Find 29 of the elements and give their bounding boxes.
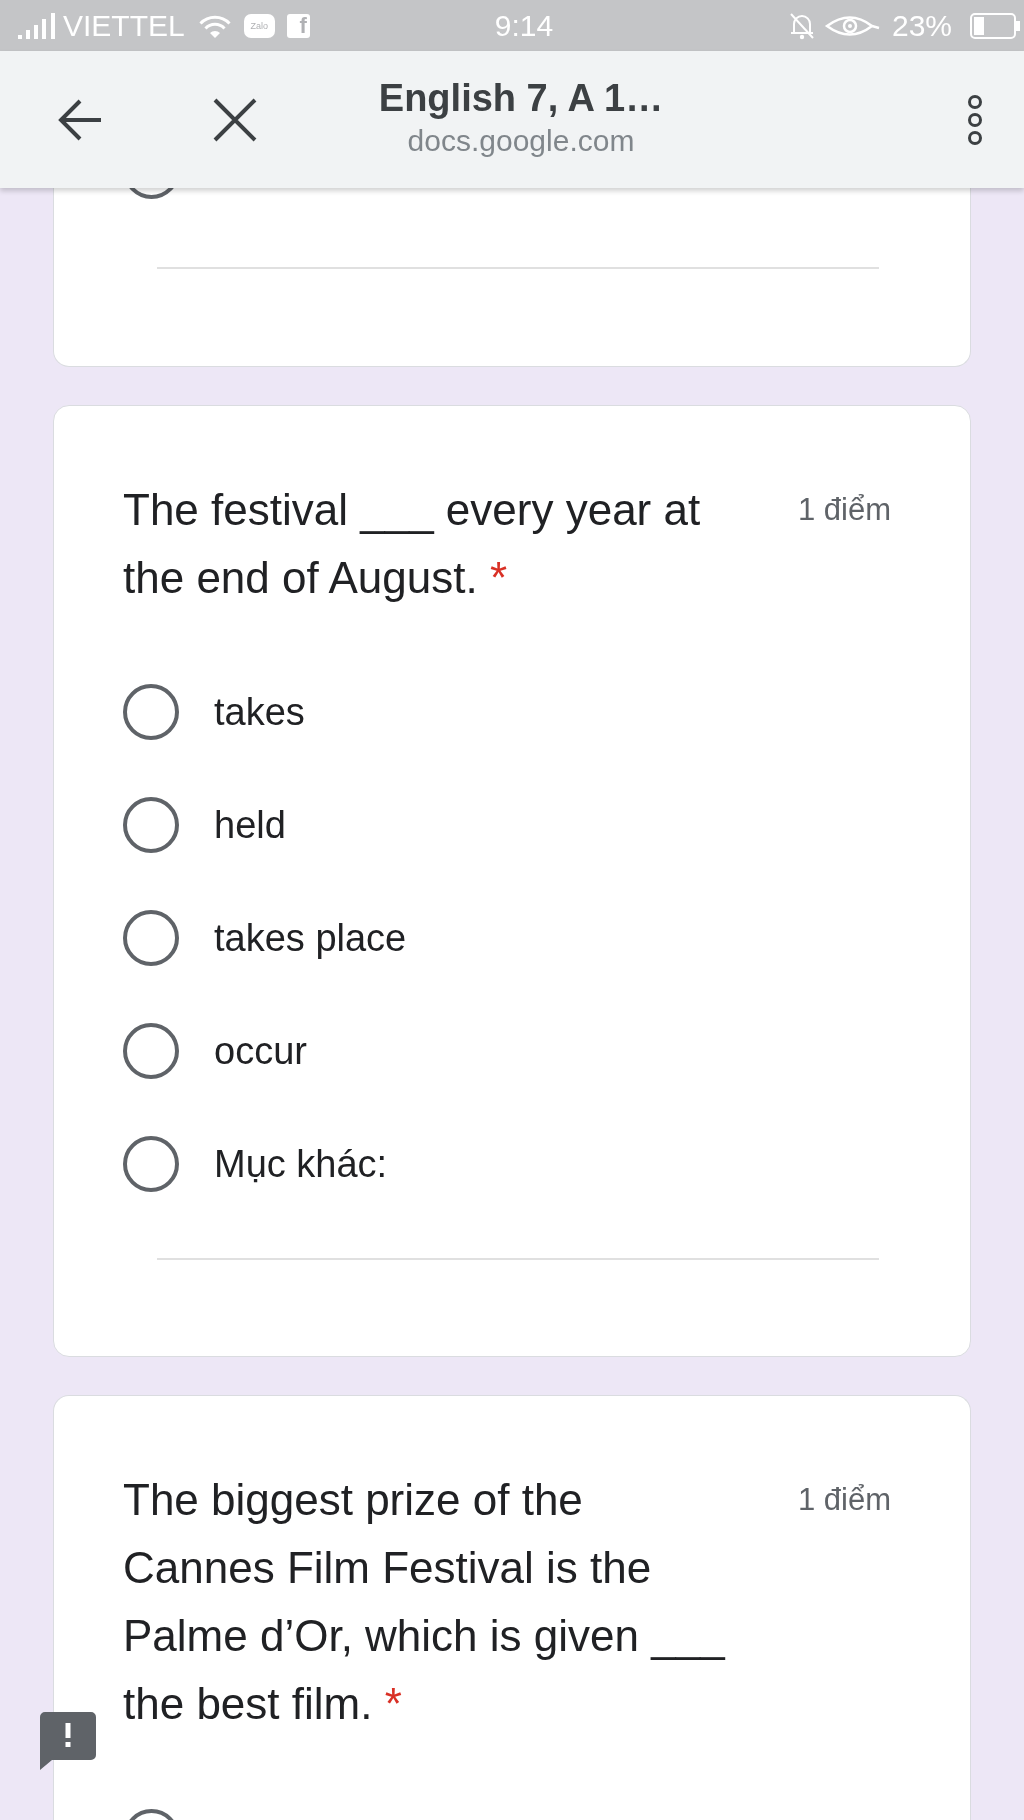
clock-time: 9:14 [493, 8, 554, 43]
feedback-button[interactable] [40, 1712, 96, 1770]
battery-percentage: 23% [891, 8, 952, 43]
radio-button[interactable] [123, 1135, 179, 1192]
app-logo: Zalo [243, 13, 275, 38]
page-title: English 7, A 1… [378, 75, 664, 121]
points-label: 1 điểm [798, 1481, 892, 1519]
page-url: docs.google.com [407, 122, 635, 159]
close-icon [213, 97, 257, 142]
carrier-name: VIETTEL [63, 8, 185, 43]
radio-button[interactable] [129, 1809, 174, 1820]
points-label: 1 điểm [798, 491, 892, 529]
signal-icon [18, 12, 56, 39]
radio-button[interactable] [123, 909, 179, 966]
question-text: The festival ___ every year at the end of August. * [123, 484, 702, 604]
radio-button[interactable] [129, 188, 174, 199]
back-arrow-icon [57, 97, 103, 142]
radio-button[interactable] [123, 683, 179, 740]
battery-icon [970, 12, 1020, 39]
radio-button[interactable] [123, 1022, 179, 1079]
option-label[interactable]: takes place [214, 913, 407, 962]
option-label[interactable]: held [214, 800, 286, 849]
radio-button[interactable] [123, 796, 179, 853]
question-text: The biggest prize of the Cannes Film Festival is the Palme d’Or, which is given ___ the best film. * [123, 1474, 727, 1730]
app-logo: f [286, 13, 310, 38]
option-label[interactable]: occur [214, 1026, 307, 1075]
option-label[interactable]: takes [214, 687, 305, 736]
more-options-icon [967, 93, 983, 146]
option-label[interactable]: Mục khác: [214, 1139, 388, 1188]
